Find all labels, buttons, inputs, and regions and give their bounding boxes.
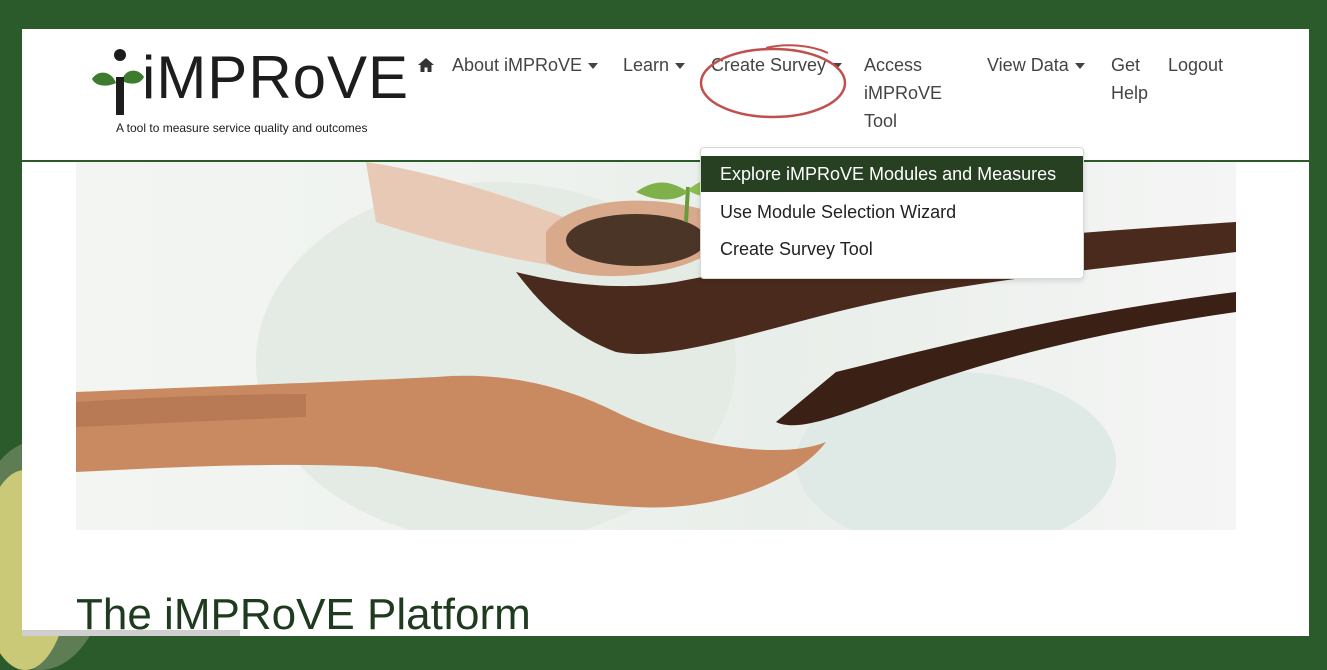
partial-scrollbar xyxy=(22,630,240,636)
highlight-circle-annotation xyxy=(699,44,847,119)
nav-get-help-line: Help xyxy=(1111,83,1149,103)
nav-access-tool[interactable]: Access iMPRoVE Tool xyxy=(864,51,942,135)
nav-access-line: Access xyxy=(864,55,923,75)
nav-learn-label: Learn xyxy=(623,55,670,75)
nav-learn[interactable]: Learn xyxy=(623,51,686,79)
nav-view-data[interactable]: View Data xyxy=(987,51,1085,79)
nav-get-help[interactable]: Get Help xyxy=(1111,51,1148,107)
logo-tagline: A tool to measure service quality and ou… xyxy=(116,121,368,135)
menu-item-module-wizard[interactable]: Use Module Selection Wizard xyxy=(701,194,1083,230)
caret-down-icon xyxy=(675,63,686,70)
create-survey-dropdown-menu: Explore iMPRoVE Modules and Measures Use… xyxy=(700,147,1084,279)
nav-logout[interactable]: Logout xyxy=(1168,51,1223,79)
nav-about-label: About iMPRoVE xyxy=(452,55,583,75)
menu-item-create-survey-tool[interactable]: Create Survey Tool xyxy=(701,231,1083,267)
page-title: The iMPRoVE Platform xyxy=(76,590,531,636)
nav-logout-label: Logout xyxy=(1168,55,1224,75)
site-logo[interactable]: iMPRoVE A tool to measure service qualit… xyxy=(82,43,408,143)
nav-get-help-line: Get xyxy=(1111,55,1141,75)
caret-down-icon xyxy=(588,63,599,70)
menu-item-explore-modules[interactable]: Explore iMPRoVE Modules and Measures xyxy=(701,156,1083,192)
site-header: iMPRoVE A tool to measure service qualit… xyxy=(22,29,1309,162)
caret-down-icon xyxy=(1074,63,1085,70)
nav-about[interactable]: About iMPRoVE xyxy=(452,51,599,79)
logo-wordmark: iMPRoVE xyxy=(142,44,410,111)
browser-viewport: iMPRoVE A tool to measure service qualit… xyxy=(22,29,1309,636)
nav-access-line: iMPRoVE xyxy=(864,83,943,103)
nav-view-data-label: View Data xyxy=(987,55,1069,75)
home-icon[interactable] xyxy=(418,58,434,72)
nav-access-line: Tool xyxy=(864,111,898,131)
